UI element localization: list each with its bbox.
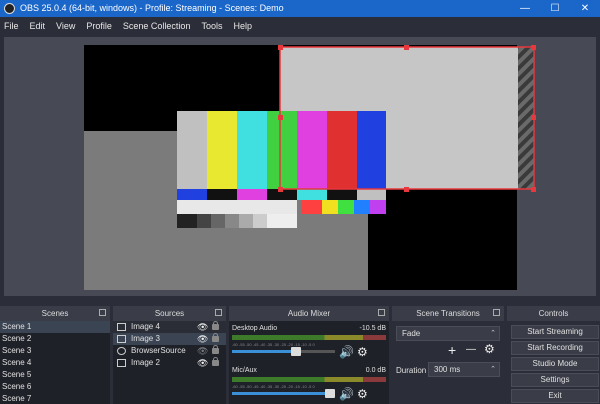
undock-icon[interactable]: [215, 309, 222, 316]
volume-slider[interactable]: [232, 347, 335, 356]
volume-meter: [232, 377, 386, 382]
scene-item[interactable]: Scene 4: [0, 357, 110, 369]
menu-file[interactable]: File: [4, 21, 19, 31]
audio-mixer-header: Audio Mixer: [229, 306, 389, 321]
duration-label: Duration: [396, 366, 427, 375]
eye-icon[interactable]: 👁: [197, 345, 208, 357]
source-item[interactable]: BrowserSource 👁: [113, 345, 226, 357]
source-label: Image 2: [131, 358, 160, 367]
chevron-updown-icon: ⌃: [490, 366, 496, 373]
exit-button[interactable]: Exit: [511, 389, 599, 403]
mixer-channel-desktop: Desktop Audio -10.5 dB -60 -55 -50 -45 -…: [229, 323, 389, 363]
source-item[interactable]: Image 4 👁: [113, 321, 226, 333]
window-title: OBS 25.0.4 (64-bit, windows) - Profile: …: [20, 3, 284, 13]
minimize-button[interactable]: —: [510, 0, 540, 17]
add-transition-button[interactable]: +: [448, 342, 456, 358]
scene-item[interactable]: Scene 7: [0, 393, 110, 404]
menu-edit[interactable]: Edit: [30, 21, 46, 31]
undock-icon[interactable]: [378, 309, 385, 316]
menu-view[interactable]: View: [56, 21, 75, 31]
scenes-header: Scenes: [0, 306, 110, 321]
lock-icon[interactable]: [212, 345, 219, 354]
scene-item[interactable]: Scene 3: [0, 345, 110, 357]
controls-dock: Controls Start Streaming Start Recording…: [507, 306, 600, 404]
controls-header: Controls: [507, 306, 600, 321]
scene-transitions-header: Scene Transitions: [392, 306, 504, 321]
transition-value: Fade: [402, 329, 421, 338]
sources-list: Image 4 👁 Image 3 👁 BrowserSource 👁 Imag…: [113, 321, 226, 404]
transition-select[interactable]: Fade ⌃: [396, 326, 500, 341]
audio-mixer-dock: Audio Mixer Desktop Audio -10.5 dB -60 -…: [229, 306, 389, 404]
lock-icon[interactable]: [212, 333, 219, 342]
slider-fill: [232, 350, 296, 353]
menu-scene-collection[interactable]: Scene Collection: [123, 21, 191, 31]
sources-header: Sources: [113, 306, 226, 321]
preview-area[interactable]: [4, 37, 596, 296]
title-bar: OBS 25.0.4 (64-bit, windows) - Profile: …: [0, 0, 600, 17]
source-item[interactable]: Image 2 👁: [113, 357, 226, 369]
source-item[interactable]: Image 3 👁: [113, 333, 226, 345]
duration-spinbox[interactable]: 300 ms ⌃: [428, 362, 500, 377]
image-icon: [117, 359, 126, 367]
source-label: BrowserSource: [131, 346, 186, 355]
scenes-list: Scene 1 Scene 2 Scene 3 Scene 4 Scene 5 …: [0, 321, 110, 404]
audio-mixer-body: Desktop Audio -10.5 dB -60 -55 -50 -45 -…: [229, 321, 389, 404]
globe-icon: [117, 347, 126, 355]
image-icon: [117, 335, 126, 343]
speaker-icon[interactable]: 🔊: [339, 387, 354, 401]
volume-meter: [232, 335, 386, 340]
chevron-updown-icon: ⌃: [490, 330, 496, 337]
channel-db: 0.0 dB: [365, 367, 386, 374]
studio-mode-button[interactable]: Studio Mode: [511, 357, 599, 371]
preview-canvas[interactable]: [4, 37, 596, 296]
eye-icon[interactable]: 👁: [197, 333, 208, 345]
duration-value: 300 ms: [434, 365, 461, 374]
scenes-title: Scenes: [41, 309, 69, 318]
lock-icon[interactable]: [212, 321, 219, 330]
undock-icon[interactable]: [493, 309, 500, 316]
lock-icon[interactable]: [212, 357, 219, 366]
speaker-icon[interactable]: 🔊: [339, 345, 354, 359]
source-label: Image 4: [131, 322, 160, 331]
scene-transitions-dock: Scene Transitions Fade ⌃ + — ⚙ Duration …: [392, 306, 504, 404]
scene-item[interactable]: Scene 6: [0, 381, 110, 393]
sources-dock: Sources Image 4 👁 Image 3 👁 BrowserSourc…: [113, 306, 226, 404]
slider-handle[interactable]: [290, 347, 301, 356]
start-recording-button[interactable]: Start Recording: [511, 341, 599, 355]
undock-icon[interactable]: [99, 309, 106, 316]
remove-transition-button[interactable]: —: [466, 344, 476, 355]
menu-profile[interactable]: Profile: [86, 21, 112, 31]
obs-logo-icon: [4, 3, 15, 14]
gear-icon[interactable]: ⚙: [357, 387, 368, 401]
gear-icon[interactable]: ⚙: [484, 342, 495, 356]
settings-button[interactable]: Settings: [511, 373, 599, 387]
audio-mixer-title: Audio Mixer: [287, 309, 331, 318]
scene-item[interactable]: Scene 2: [0, 333, 110, 345]
scene-item[interactable]: Scene 5: [0, 369, 110, 381]
channel-name: Desktop Audio: [232, 325, 278, 332]
menu-help[interactable]: Help: [233, 21, 252, 31]
image-icon: [117, 323, 126, 331]
eye-icon[interactable]: 👁: [197, 321, 208, 333]
scenes-dock: Scenes Scene 1 Scene 2 Scene 3 Scene 4 S…: [0, 306, 110, 404]
slider-handle[interactable]: [325, 389, 335, 398]
gear-icon[interactable]: ⚙: [357, 345, 368, 359]
slider-fill: [232, 392, 335, 395]
scene-transitions-title: Scene Transitions: [416, 309, 480, 318]
menu-tools[interactable]: Tools: [201, 21, 222, 31]
channel-db: -10.5 dB: [359, 325, 386, 332]
source-label: Image 3: [131, 334, 160, 343]
close-button[interactable]: ✕: [570, 0, 600, 17]
mixer-channel-mic: Mic/Aux 0.0 dB -60 -55 -50 -45 -40 -35 -…: [229, 365, 389, 404]
controls-title: Controls: [538, 309, 569, 318]
sources-title: Sources: [154, 309, 185, 318]
eye-icon[interactable]: 👁: [197, 357, 208, 369]
start-streaming-button[interactable]: Start Streaming: [511, 325, 599, 339]
volume-slider[interactable]: [232, 389, 335, 398]
color-bars-image: [177, 111, 386, 228]
scene-item[interactable]: Scene 1: [0, 321, 110, 333]
channel-name: Mic/Aux: [232, 367, 257, 374]
menu-bar: File Edit View Profile Scene Collection …: [0, 17, 600, 35]
maximize-button[interactable]: ☐: [540, 0, 570, 17]
